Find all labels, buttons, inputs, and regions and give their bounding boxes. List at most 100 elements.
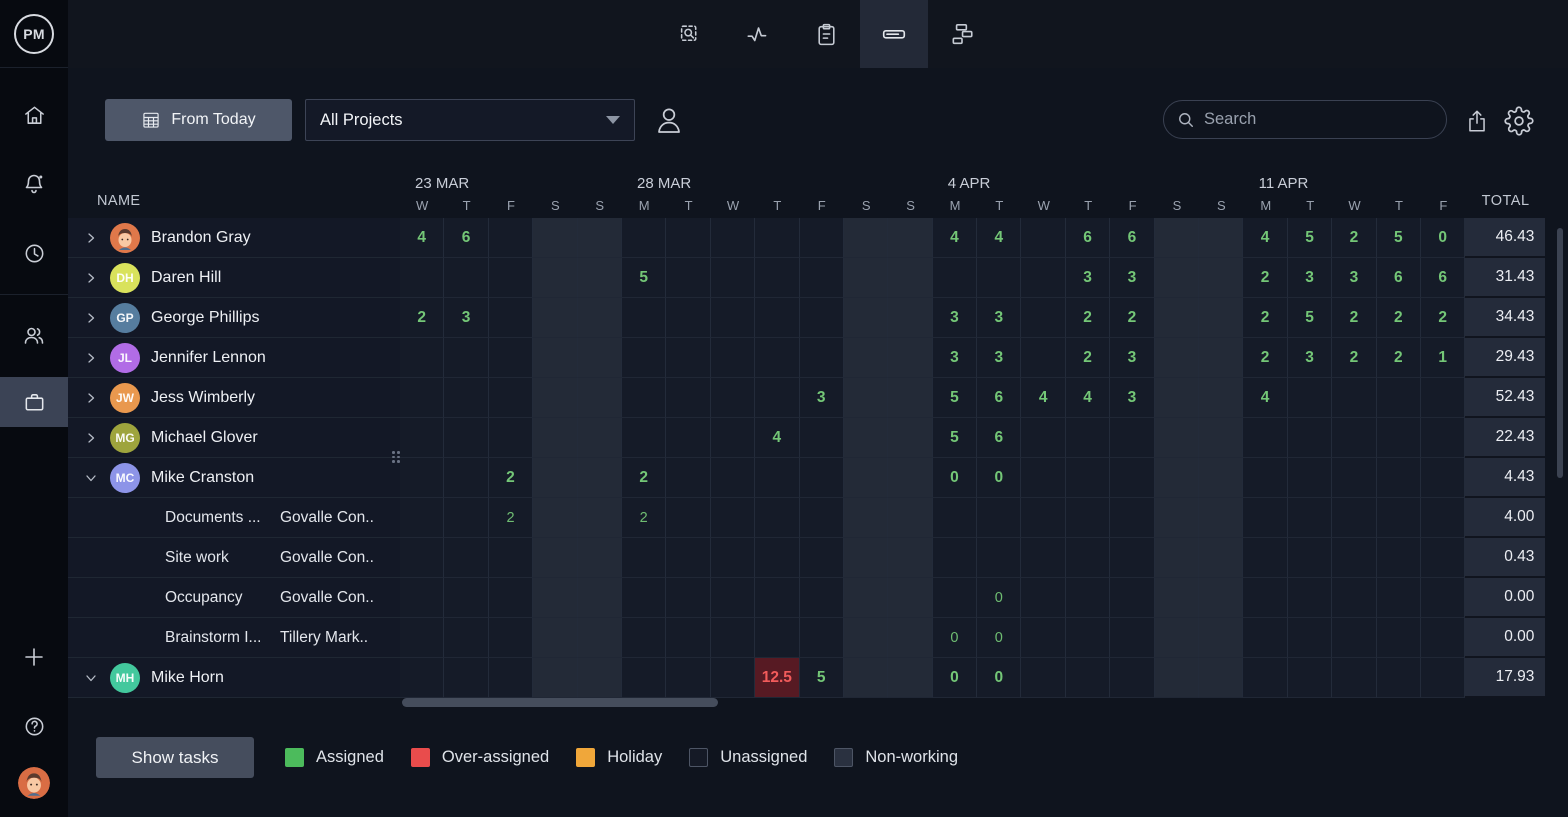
grid-cell[interactable] [1332, 618, 1376, 658]
grid-cell[interactable] [1377, 378, 1421, 418]
grid-cell[interactable] [711, 458, 755, 498]
person-name-cell[interactable]: Brandon Gray [68, 218, 400, 258]
grid-cell[interactable] [489, 618, 533, 658]
sidebar-add-button[interactable] [0, 629, 68, 685]
grid-cell[interactable] [1199, 218, 1243, 258]
column-resize-handle[interactable] [392, 451, 400, 463]
grid-cell[interactable]: 2 [489, 498, 533, 538]
grid-cell[interactable] [444, 258, 488, 298]
grid-cell[interactable]: 4 [1243, 378, 1287, 418]
grid-cell[interactable] [533, 258, 577, 298]
grid-cell[interactable]: 3 [1288, 258, 1332, 298]
grid-cell[interactable] [1021, 218, 1065, 258]
grid-cell[interactable] [1021, 298, 1065, 338]
grid-cell[interactable] [755, 218, 799, 258]
person-name-cell[interactable]: JL Jennifer Lennon [68, 338, 400, 378]
grid-cell[interactable] [1155, 298, 1199, 338]
grid-cell[interactable] [1377, 538, 1421, 578]
grid-cell[interactable] [533, 658, 577, 698]
grid-cell[interactable] [888, 338, 932, 378]
grid-cell[interactable] [1421, 378, 1465, 418]
grid-cell[interactable] [1199, 498, 1243, 538]
grid-cell[interactable] [1377, 618, 1421, 658]
grid-cell[interactable] [711, 298, 755, 338]
grid-cell[interactable] [1288, 458, 1332, 498]
grid-cell[interactable] [1421, 538, 1465, 578]
grid-cell[interactable]: 12.5 [755, 658, 799, 698]
grid-cell[interactable] [1110, 578, 1154, 618]
grid-cell[interactable]: 0 [977, 658, 1021, 698]
grid-cell[interactable] [1377, 658, 1421, 698]
grid-cell[interactable] [1421, 458, 1465, 498]
grid-cell[interactable] [1021, 578, 1065, 618]
grid-cell[interactable]: 5 [1288, 298, 1332, 338]
grid-cell[interactable]: 3 [1110, 378, 1154, 418]
person-name-cell[interactable]: DH Daren Hill [68, 258, 400, 298]
grid-cell[interactable] [1021, 258, 1065, 298]
grid-cell[interactable] [578, 538, 622, 578]
grid-cell[interactable] [800, 418, 844, 458]
grid-cell[interactable]: 2 [1243, 338, 1287, 378]
grid-cell[interactable] [1243, 498, 1287, 538]
project-filter-select[interactable]: All Projects [305, 99, 635, 141]
grid-cell[interactable] [1110, 418, 1154, 458]
sidebar-help-button[interactable] [0, 698, 68, 754]
from-today-button[interactable]: From Today [105, 99, 292, 141]
sidebar-item-workload[interactable] [0, 377, 68, 427]
grid-cell[interactable]: 4 [977, 218, 1021, 258]
grid-cell[interactable] [489, 298, 533, 338]
grid-cell[interactable] [1155, 578, 1199, 618]
task-name-cell[interactable]: Site work Govalle Con.. [68, 538, 400, 578]
grid-cell[interactable] [800, 498, 844, 538]
grid-cell[interactable]: 6 [1110, 218, 1154, 258]
grid-cell[interactable] [1199, 658, 1243, 698]
grid-cell[interactable] [1377, 498, 1421, 538]
expand-chevron-icon[interactable] [85, 352, 97, 364]
person-name-cell[interactable]: JW Jess Wimberly [68, 378, 400, 418]
grid-cell[interactable] [844, 378, 888, 418]
grid-cell[interactable]: 2 [1377, 338, 1421, 378]
grid-cell[interactable] [755, 298, 799, 338]
grid-cell[interactable] [666, 498, 710, 538]
grid-cell[interactable] [578, 418, 622, 458]
user-avatar[interactable] [18, 767, 50, 799]
grid-cell[interactable] [844, 418, 888, 458]
grid-cell[interactable] [1155, 458, 1199, 498]
grid-cell[interactable] [1288, 418, 1332, 458]
grid-cell[interactable] [1288, 378, 1332, 418]
grid-cell[interactable]: 6 [1421, 258, 1465, 298]
grid-cell[interactable] [844, 498, 888, 538]
sidebar-item-home[interactable] [0, 87, 68, 143]
grid-cell[interactable] [444, 458, 488, 498]
grid-cell[interactable] [444, 618, 488, 658]
grid-cell[interactable] [711, 658, 755, 698]
grid-cell[interactable] [755, 498, 799, 538]
grid-cell[interactable] [622, 418, 666, 458]
grid-cell[interactable]: 3 [1110, 258, 1154, 298]
grid-cell[interactable] [1155, 498, 1199, 538]
grid-cell[interactable] [888, 538, 932, 578]
grid-cell[interactable] [400, 578, 444, 618]
grid-cell[interactable] [666, 298, 710, 338]
grid-cell[interactable] [933, 538, 977, 578]
grid-cell[interactable]: 2 [622, 498, 666, 538]
expand-chevron-icon[interactable] [85, 272, 97, 284]
grid-cell[interactable] [1243, 458, 1287, 498]
grid-cell[interactable] [533, 218, 577, 258]
grid-cell[interactable] [489, 218, 533, 258]
grid-cell[interactable] [1199, 538, 1243, 578]
grid-cell[interactable] [1243, 578, 1287, 618]
grid-cell[interactable] [1155, 218, 1199, 258]
grid-cell[interactable] [489, 378, 533, 418]
grid-cell[interactable] [666, 378, 710, 418]
grid-cell[interactable]: 0 [933, 618, 977, 658]
grid-cell[interactable] [755, 258, 799, 298]
grid-cell[interactable] [400, 538, 444, 578]
grid-cell[interactable] [888, 418, 932, 458]
expand-chevron-icon[interactable] [85, 232, 97, 244]
grid-cell[interactable] [533, 418, 577, 458]
grid-cell[interactable] [1066, 418, 1110, 458]
grid-cell[interactable] [933, 258, 977, 298]
grid-cell[interactable] [666, 618, 710, 658]
grid-cell[interactable] [888, 378, 932, 418]
